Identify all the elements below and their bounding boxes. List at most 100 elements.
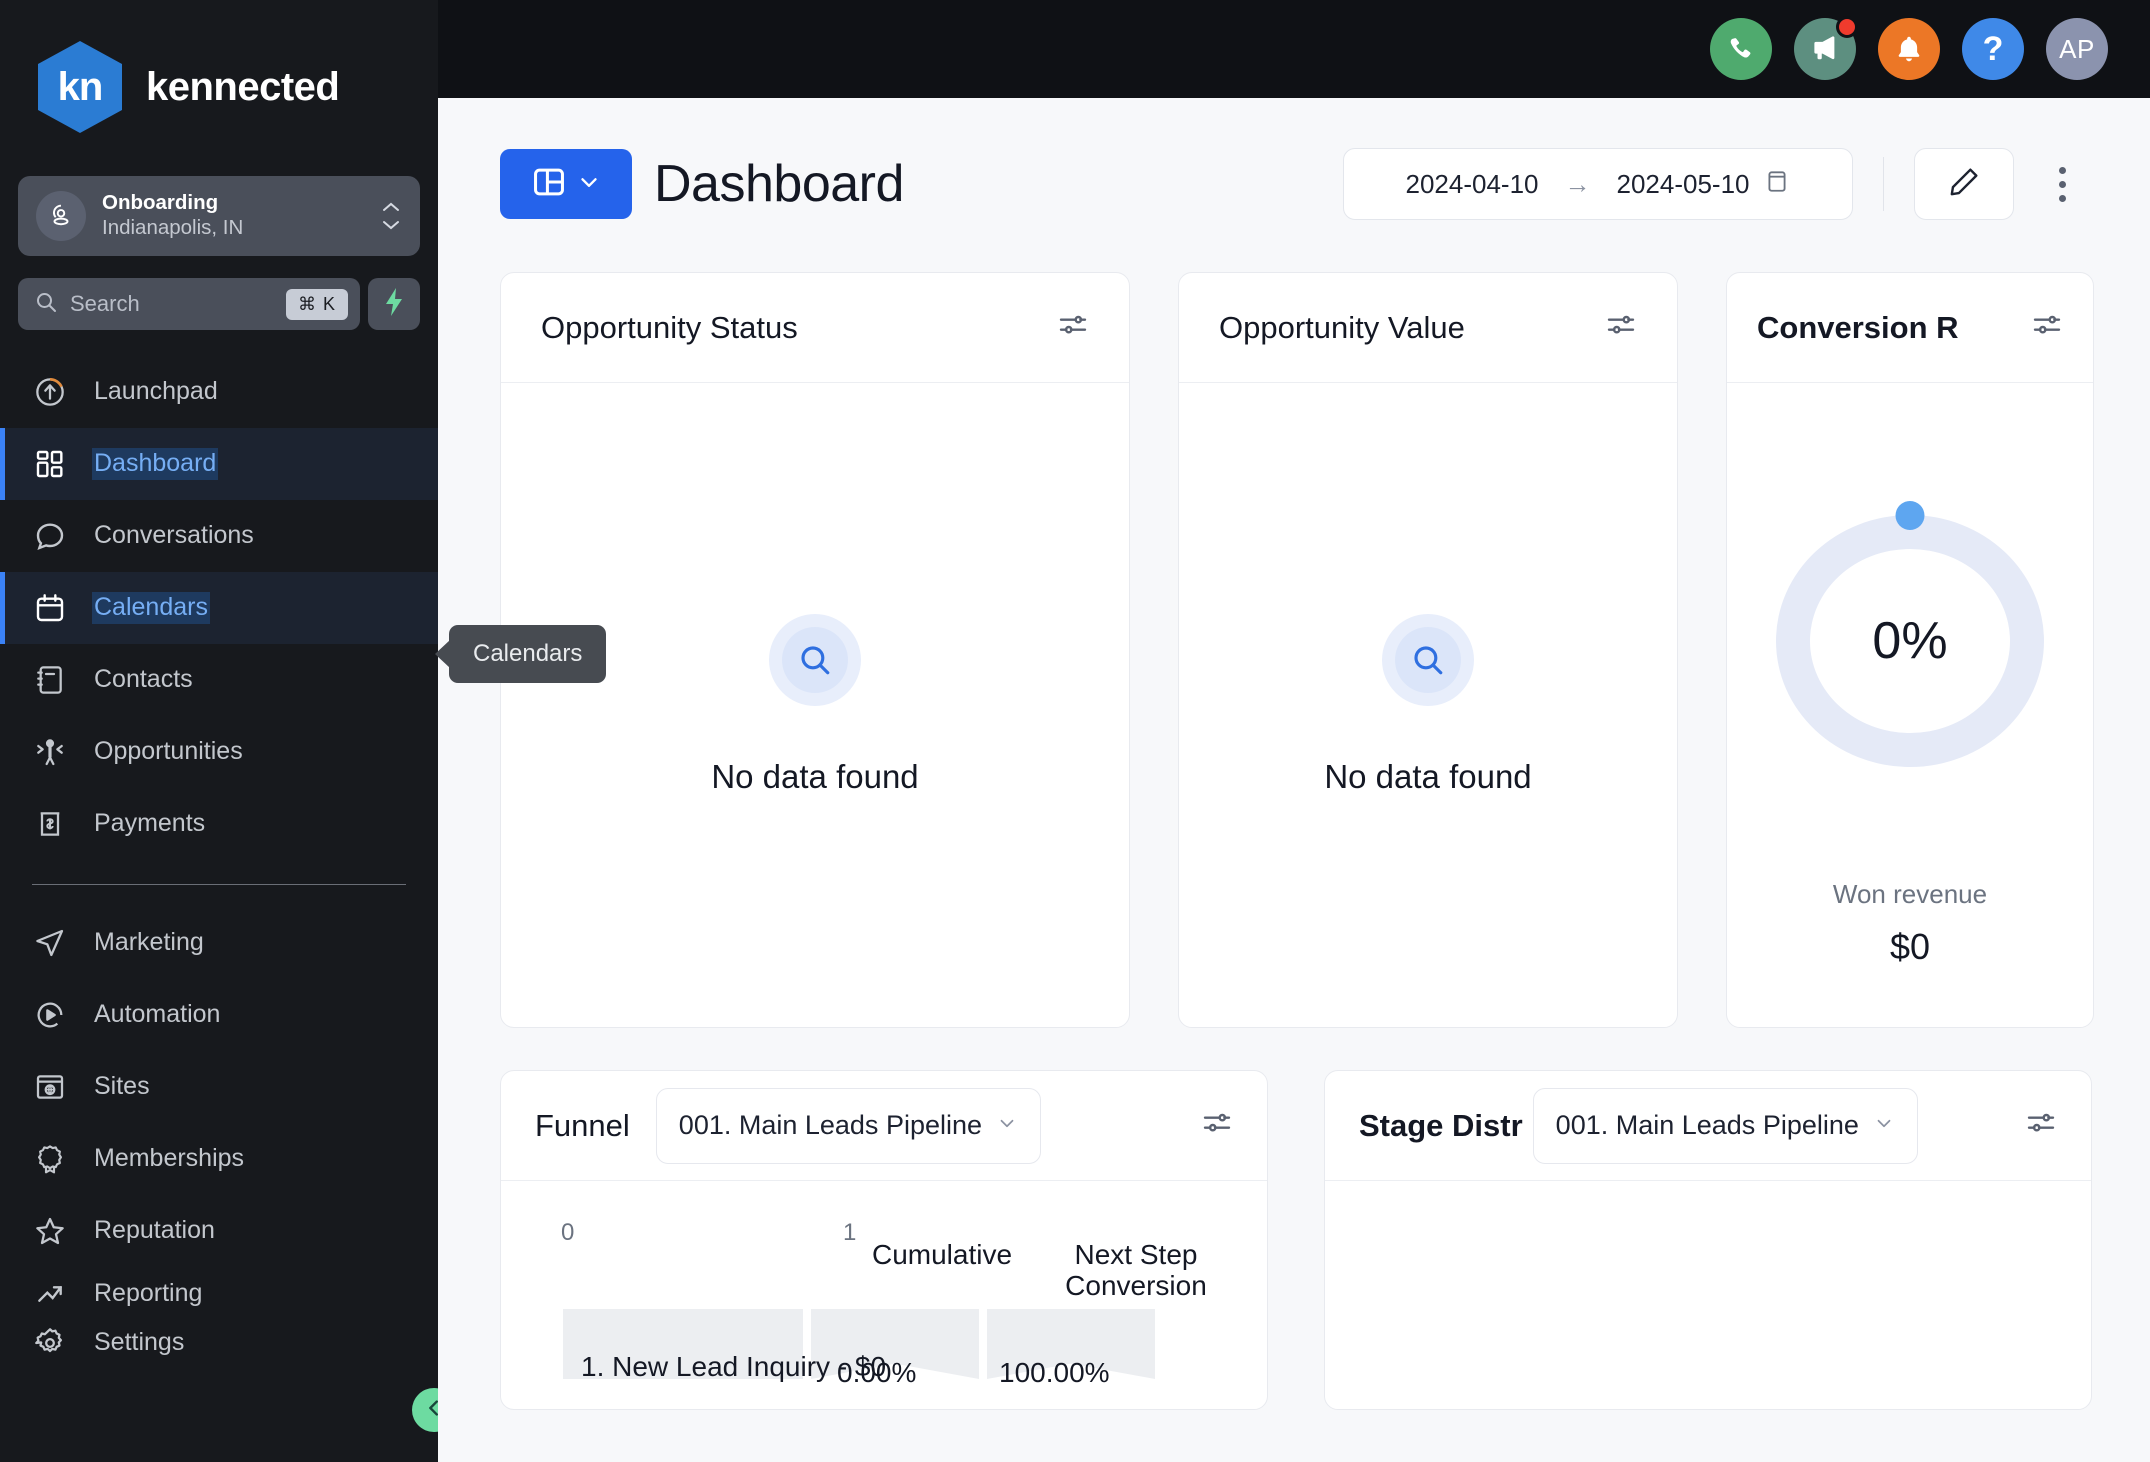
stage-pipeline-select[interactable]: 001. Main Leads Pipeline: [1532, 1087, 1918, 1164]
sidebar-item-memberships[interactable]: Memberships: [0, 1123, 438, 1195]
sidebar-item-label: Sites: [94, 1072, 150, 1101]
sliders-icon[interactable]: [1057, 309, 1089, 346]
sidebar-item-label: Contacts: [94, 665, 193, 694]
gear-icon: [32, 1326, 68, 1360]
chevron-left-icon: [423, 1397, 438, 1424]
sidebar-item-dashboard[interactable]: Dashboard: [0, 428, 438, 500]
kebab-dot: [2058, 166, 2066, 174]
sidebar-item-sites[interactable]: Sites: [0, 1051, 438, 1123]
pencil-icon: [1947, 165, 1981, 204]
page-header-actions: 2024-04-10 → 2024-05-10: [1342, 148, 2093, 220]
sidebar-item-conversations[interactable]: Conversations: [0, 500, 438, 572]
phone-icon[interactable]: [1710, 18, 1772, 80]
pipeline-selected-value: 001. Main Leads Pipeline: [678, 1110, 983, 1140]
chevron-updown-icon: [380, 201, 402, 231]
search-input[interactable]: Search ⌘ K: [18, 278, 360, 330]
topbar: ? AP: [438, 0, 2150, 98]
card-header: Stage Distr 001. Main Leads Pipeline: [1325, 1071, 2091, 1181]
date-range-picker[interactable]: 2024-04-10 → 2024-05-10: [1342, 148, 1853, 220]
launchpad-icon: [32, 376, 68, 408]
sidebar-item-label: Launchpad: [94, 377, 218, 406]
tooltip-text: Calendars: [473, 640, 583, 667]
sidebar-nav-primary: Launchpad Dashboard Conversations Calend…: [0, 356, 438, 860]
sidebar-collapse-button[interactable]: [412, 1388, 438, 1432]
location-pin-icon: [36, 191, 86, 241]
empty-state-text: No data found: [711, 758, 919, 795]
logo-text: kn: [57, 64, 104, 109]
payments-icon: [32, 808, 68, 840]
sidebar-item-marketing[interactable]: Marketing: [0, 907, 438, 979]
sliders-icon[interactable]: [1201, 1107, 1233, 1144]
sidebar-item-label: Settings: [94, 1328, 185, 1357]
send-icon: [32, 927, 68, 959]
sliders-icon[interactable]: [1605, 309, 1637, 346]
card-header: Opportunity Status: [501, 273, 1129, 383]
card-stage-distribution: Stage Distr 001. Main Leads Pipeline: [1324, 1070, 2092, 1410]
card-opportunity-value: Opportunity Value No data found: [1178, 272, 1678, 1028]
sidebar-item-reputation[interactable]: Reputation: [0, 1195, 438, 1267]
sidebar-item-payments[interactable]: Payments: [0, 788, 438, 860]
funnel-chart: 0 1 Cumulative Next Step Conversion 1. N…: [501, 1181, 1267, 1388]
search-icon: [1395, 627, 1461, 693]
sliders-icon[interactable]: [2031, 309, 2063, 346]
bell-icon[interactable]: [1878, 18, 1940, 80]
location-switcher[interactable]: Onboarding Indianapolis, IN: [18, 176, 420, 256]
card-header: Conversion R: [1727, 273, 2093, 383]
card-header: Funnel 001. Main Leads Pipeline: [501, 1071, 1267, 1181]
sidebar-item-calendars[interactable]: Calendars: [0, 572, 438, 644]
help-icon[interactable]: ?: [1962, 18, 2024, 80]
dashboard-more-options-button[interactable]: [2032, 166, 2092, 202]
card-empty-state: No data found: [1179, 383, 1677, 1027]
card-title: Opportunity Status: [541, 309, 798, 345]
card-funnel: Funnel 001. Main Leads Pipeline 0 1 Cumu…: [500, 1070, 1268, 1410]
chevron-down-icon: [996, 1110, 1018, 1141]
sidebar: kn kennected Onboarding Indianapolis, IN: [0, 0, 438, 1462]
megaphone-icon[interactable]: [1794, 16, 1858, 80]
sliders-icon[interactable]: [2025, 1107, 2057, 1144]
date-end: 2024-05-10: [1616, 168, 1750, 199]
quick-actions-button[interactable]: [368, 278, 420, 330]
notification-badge: [1836, 16, 1858, 38]
kebab-dot: [2058, 194, 2066, 202]
axis-tick-0: 0: [561, 1219, 575, 1246]
brand-logo[interactable]: kn kennected: [0, 0, 438, 134]
date-arrow-icon: →: [1564, 168, 1591, 199]
card-title: Funnel: [535, 1107, 630, 1143]
conversion-gauge-body: 0% Won revenue $0: [1727, 383, 2093, 1027]
opportunities-icon: [32, 736, 68, 768]
edit-dashboard-button[interactable]: [1914, 148, 2014, 220]
dashboard-switcher-button[interactable]: [500, 149, 632, 219]
funnel-pipeline-select[interactable]: 001. Main Leads Pipeline: [655, 1087, 1042, 1164]
bolt-icon: [382, 287, 406, 322]
dashboard-icon: [32, 448, 68, 480]
search-row: Search ⌘ K: [18, 278, 420, 330]
funnel-next-step-value: 100.00%: [999, 1357, 1110, 1388]
reporting-icon: [32, 1278, 68, 1310]
chevron-down-icon: [1873, 1110, 1895, 1141]
calendar-icon: [32, 592, 68, 624]
sidebar-item-label: Marketing: [94, 928, 204, 957]
sidebar-nav-secondary: Marketing Automation Sites Memberships R…: [0, 907, 438, 1379]
sidebar-item-launchpad[interactable]: Launchpad: [0, 356, 438, 428]
search-placeholder: Search: [70, 291, 140, 316]
location-sub: Indianapolis, IN: [102, 216, 244, 240]
tooltip-calendars: Calendars: [449, 625, 607, 683]
star-icon: [32, 1215, 68, 1247]
layout-panel-icon: [530, 163, 568, 206]
sidebar-item-opportunities[interactable]: Opportunities: [0, 716, 438, 788]
play-circle-icon: [32, 999, 68, 1031]
brand-name: kennected: [146, 64, 340, 109]
funnel-cumulative-value: 0.00%: [837, 1357, 917, 1388]
search-icon: [782, 627, 848, 693]
avatar[interactable]: AP: [2046, 18, 2108, 80]
sidebar-item-settings[interactable]: Settings: [0, 1307, 438, 1379]
dashboard-card-row-1: Opportunity Status No data found Opportu…: [438, 220, 2150, 1028]
sidebar-item-contacts[interactable]: Contacts: [0, 644, 438, 716]
empty-state-icon-wrapper: [769, 614, 861, 706]
calendar-icon: [1764, 168, 1790, 201]
card-header: Opportunity Value: [1179, 273, 1677, 383]
sidebar-item-automation[interactable]: Automation: [0, 979, 438, 1051]
search-icon: [34, 290, 58, 319]
card-title: Stage Distr: [1359, 1107, 1523, 1143]
badge-icon: [32, 1143, 68, 1175]
